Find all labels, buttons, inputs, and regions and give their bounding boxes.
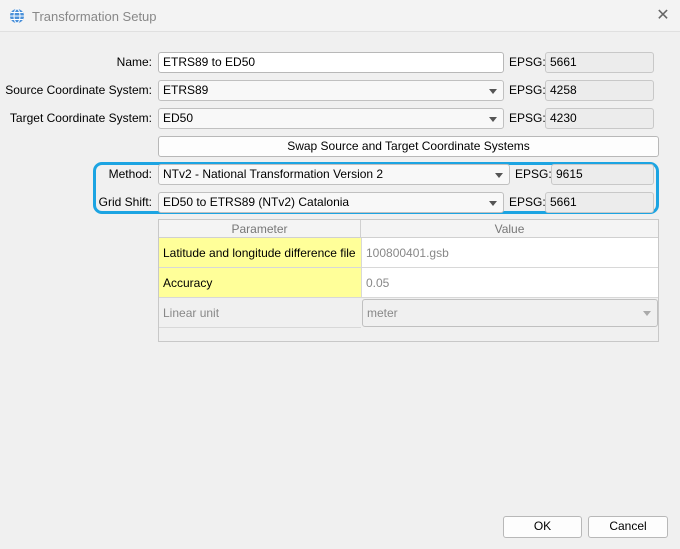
target-epsg-label: EPSG: [509,111,546,125]
source-label: Source Coordinate System: [5,83,152,97]
chevron-down-icon [643,311,651,316]
header-parameter: Parameter [159,220,361,238]
name-label: Name: [116,55,152,69]
source-combo[interactable]: ETRS89 [158,80,504,101]
grid-shift-epsg-field: 5661 [545,192,654,213]
linear-unit-value: meter [367,306,398,320]
ok-button[interactable]: OK [503,516,582,538]
target-epsg-field: 4230 [545,108,654,129]
source-epsg-field: 4258 [545,80,654,101]
window-title: Transformation Setup [32,9,157,24]
parameter-table: Parameter Value Latitude and longitude d… [158,219,659,342]
method-epsg-field: 9615 [551,164,654,185]
source-epsg-label: EPSG: [509,83,546,97]
cancel-button[interactable]: Cancel [588,516,668,538]
globe-icon [10,8,24,24]
chevron-down-icon [489,201,497,206]
target-label: Target Coordinate System: [9,111,152,125]
linear-unit-combo[interactable]: meter [362,299,658,327]
target-combo[interactable]: ED50 [158,108,504,129]
grid-shift-value: ED50 to ETRS89 (NTv2) Catalonia [163,195,350,209]
method-label: Method: [108,167,152,181]
header-value: Value [361,220,658,238]
param-cell: Latitude and longitude difference file [159,238,361,268]
grid-shift-combo[interactable]: ED50 to ETRS89 (NTv2) Catalonia [158,192,504,213]
value-cell[interactable]: 100800401.gsb [361,238,658,268]
method-epsg-label: EPSG: [515,167,552,181]
param-cell: Linear unit [159,298,361,328]
chevron-down-icon [489,89,497,94]
method-combo[interactable]: NTv2 - National Transformation Version 2 [158,164,510,185]
swap-button[interactable]: Swap Source and Target Coordinate System… [158,136,659,157]
close-button[interactable]: ✕ [652,6,674,26]
grid-shift-epsg-label: EPSG: [509,195,546,209]
name-input[interactable]: ETRS89 to ED50 [158,52,504,73]
method-value: NTv2 - National Transformation Version 2 [163,167,384,181]
target-value: ED50 [163,111,194,125]
chevron-down-icon [495,173,503,178]
grid-shift-label: Grid Shift: [98,195,152,209]
name-epsg-field: 5661 [545,52,654,73]
param-cell: Accuracy [159,268,361,298]
source-value: ETRS89 [163,83,209,97]
name-epsg-label: EPSG: [509,55,546,69]
value-cell[interactable]: 0.05 [361,268,658,298]
chevron-down-icon [489,117,497,122]
